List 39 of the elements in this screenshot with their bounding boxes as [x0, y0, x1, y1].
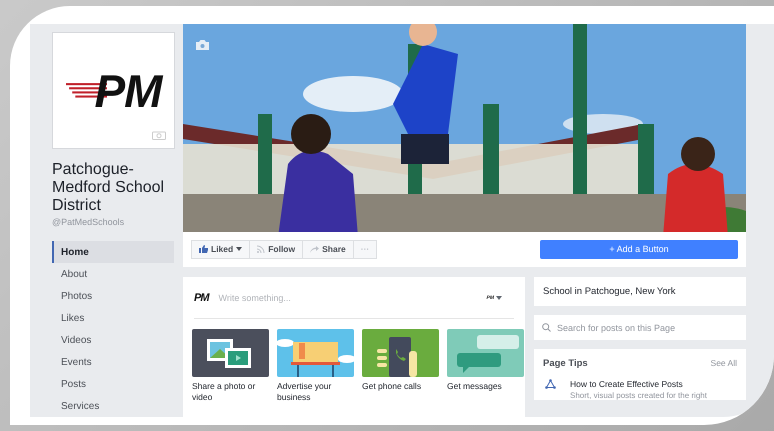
page-category: School in Patchogue, New York [534, 277, 746, 306]
nav-item[interactable]: Photos [52, 285, 174, 307]
chat-bubbles-icon [447, 329, 524, 377]
thumbs-up-icon [199, 245, 208, 254]
triangle-nodes-icon [545, 379, 556, 389]
liked-button[interactable]: Liked [191, 240, 250, 259]
tip-title[interactable]: How to Create Effective Posts [570, 379, 707, 389]
action-tile[interactable]: Share a photo or video [192, 329, 269, 403]
camera-icon [152, 130, 166, 140]
nav-item[interactable]: Videos [52, 329, 174, 351]
nav-item[interactable]: About [52, 263, 174, 285]
action-tile[interactable]: Get phone calls [362, 329, 439, 403]
phone-hand-icon [362, 329, 439, 377]
search-field[interactable]: Search for posts on this Page [534, 315, 746, 340]
page-name: Patchogue-Medford School District [52, 161, 166, 215]
rss-icon [257, 245, 266, 254]
nav-item[interactable]: Events [52, 351, 174, 373]
nav-item[interactable]: Posts [52, 373, 174, 395]
tip-text: Short, visual posts created for the right [570, 391, 707, 400]
action-tile[interactable]: Get messages [447, 329, 524, 403]
logo-text: PM [94, 64, 162, 118]
composer-logo: PM [194, 292, 208, 304]
caret-icon [236, 247, 242, 252]
page-handle: @PatMedSchools [52, 217, 126, 227]
tips-title: Page Tips [543, 358, 588, 368]
camera-icon[interactable] [196, 40, 209, 50]
share-button[interactable]: Share [302, 240, 354, 259]
follow-button[interactable]: Follow [249, 240, 304, 259]
action-tile[interactable]: Advertise your business [277, 329, 354, 403]
billboard-icon [277, 329, 354, 377]
add-a-button[interactable]: + Add a Button [540, 240, 738, 259]
nav-item[interactable]: Services [52, 395, 174, 417]
photo-video-icon [192, 329, 269, 377]
nav-item[interactable]: Likes [52, 307, 174, 329]
nav-item[interactable]: Home [52, 241, 174, 263]
share-arrow-icon [310, 246, 320, 253]
profile-picture[interactable]: PM [52, 32, 175, 149]
search-icon [542, 323, 551, 332]
caret-icon [496, 296, 502, 300]
